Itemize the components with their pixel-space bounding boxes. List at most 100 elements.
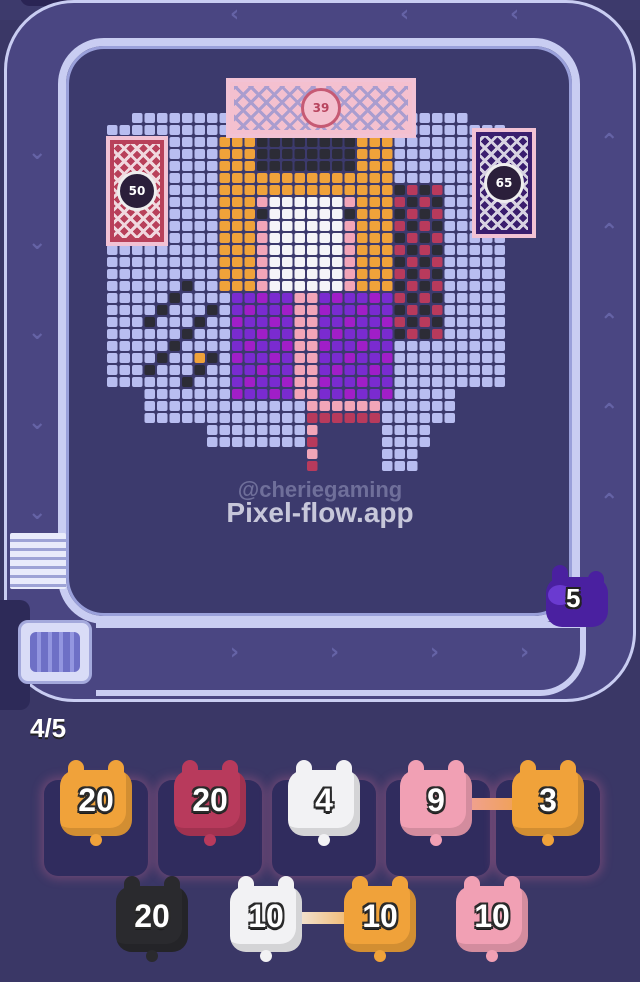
pixel-block [132, 293, 143, 303]
pixel-block [182, 245, 193, 255]
pixel-block [307, 245, 318, 255]
pixel-block [319, 245, 330, 255]
pixel-block [319, 329, 330, 339]
pixel-block [307, 293, 318, 303]
pixel-block [257, 329, 268, 339]
pixel-block [394, 305, 405, 315]
pixel-block [194, 377, 205, 387]
pixel-block [207, 425, 218, 435]
shooter-row1-4[interactable]: 9 [396, 760, 476, 860]
pixel-block [157, 365, 168, 375]
pixel-block [257, 305, 268, 315]
pixel-block [357, 365, 368, 375]
pixel-block [332, 245, 343, 255]
pixel-block [357, 305, 368, 315]
pixel-block [294, 425, 305, 435]
pixel-block [457, 365, 468, 375]
pixel-block [182, 233, 193, 243]
pixel-block [319, 281, 330, 291]
pixel-block [382, 365, 393, 375]
pixel-block [294, 341, 305, 351]
pixel-block [344, 209, 355, 219]
pixel-block [144, 245, 155, 255]
pixel-block [144, 293, 155, 303]
pixel-block [157, 329, 168, 339]
pixel-block [494, 353, 505, 363]
pixel-block [169, 113, 180, 123]
shooter-spool [18, 620, 92, 684]
pixel-block [394, 161, 405, 171]
pixel-block [207, 197, 218, 207]
pixel-block [494, 269, 505, 279]
pixel-block [344, 389, 355, 399]
pixel-block [407, 461, 418, 471]
pixel-block [107, 269, 118, 279]
pixel-block [444, 233, 455, 243]
shooter-row2-4[interactable]: 10 [452, 876, 532, 976]
pixel-block [419, 389, 430, 399]
pixel-block [344, 137, 355, 147]
pixel-block [307, 305, 318, 315]
pixel-block [169, 173, 180, 183]
shooter-row1-5[interactable]: 3 [508, 760, 588, 860]
pixel-block [444, 317, 455, 327]
pixel-block [394, 317, 405, 327]
pixel-block [282, 257, 293, 267]
pixel-block [244, 161, 255, 171]
pixel-block [169, 401, 180, 411]
shooter-row2-2[interactable]: 10 [226, 876, 306, 976]
pixel-block [319, 233, 330, 243]
pixel-block [307, 401, 318, 411]
pixel-block [207, 437, 218, 447]
pixel-block [119, 281, 130, 291]
shooter-row2-3[interactable]: 10 [340, 876, 420, 976]
pixel-block [107, 305, 118, 315]
pixel-block [382, 233, 393, 243]
pixel-block [432, 137, 443, 147]
track-arrow-icon: ⌃ [600, 400, 619, 425]
pixel-block [369, 329, 380, 339]
shooter-row1-3[interactable]: 4 [284, 760, 364, 860]
pixel-block [244, 197, 255, 207]
pixel-block [394, 269, 405, 279]
pixel-block [319, 149, 330, 159]
pixel-block [444, 161, 455, 171]
pixel-block [244, 149, 255, 159]
pixel-block [419, 209, 430, 219]
pixel-block [369, 305, 380, 315]
pixel-block [332, 233, 343, 243]
pixel-block [294, 245, 305, 255]
pixel-block [294, 149, 305, 159]
pixel-block [232, 413, 243, 423]
pixel-block [407, 281, 418, 291]
pixel-block [307, 149, 318, 159]
pixel-block [444, 149, 455, 159]
pixel-block [357, 353, 368, 363]
pixel-block [307, 413, 318, 423]
pixel-block [307, 353, 318, 363]
pixel-block [144, 377, 155, 387]
conveyor-shooter[interactable]: 5 [540, 565, 618, 633]
pixel-block [169, 389, 180, 399]
pixel-block [219, 257, 230, 267]
shooter-row1-2[interactable]: 20 [170, 760, 250, 860]
pixel-block [269, 365, 280, 375]
pixel-block [444, 245, 455, 255]
pixel-block [432, 197, 443, 207]
pixel-block [419, 281, 430, 291]
pixel-block [469, 281, 480, 291]
pixel-block [294, 185, 305, 195]
pixel-block [119, 125, 130, 135]
pixel-block [307, 209, 318, 219]
pixel-block [294, 221, 305, 231]
pixel-block [269, 377, 280, 387]
shooter-row1-1[interactable]: 20 [56, 760, 136, 860]
pixel-block [232, 293, 243, 303]
pixel-block [457, 221, 468, 231]
pixel-block [332, 293, 343, 303]
pixel-block [244, 209, 255, 219]
pixel-block [369, 161, 380, 171]
shooter-row2-1[interactable]: 20 [112, 876, 192, 976]
pixel-block [244, 377, 255, 387]
pixel-block [344, 149, 355, 159]
